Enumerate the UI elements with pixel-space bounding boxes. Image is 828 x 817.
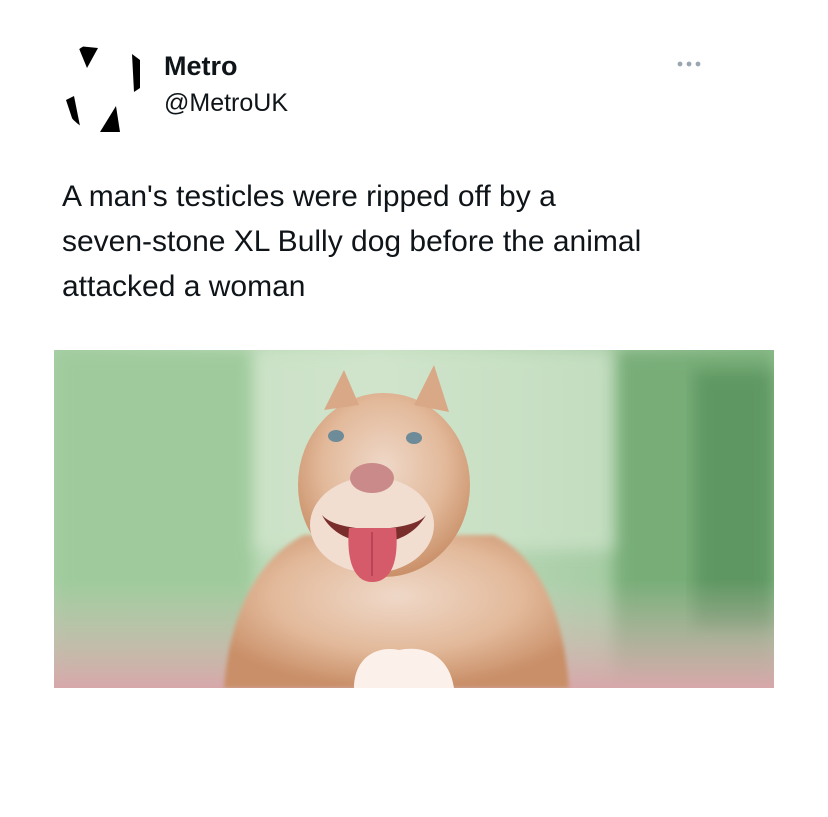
metro-logo-icon	[61, 41, 153, 133]
author-handle[interactable]: @MetroUK	[164, 88, 288, 118]
tweet-photo[interactable]	[54, 350, 774, 688]
tweet-text: A man's testicles were ripped off by a s…	[62, 180, 642, 303]
avatar[interactable]	[60, 40, 154, 134]
author-display-name[interactable]: Metro	[164, 50, 238, 82]
dog-photo	[54, 350, 774, 688]
more-options-icon	[677, 61, 701, 67]
more-options-button[interactable]	[672, 52, 708, 76]
